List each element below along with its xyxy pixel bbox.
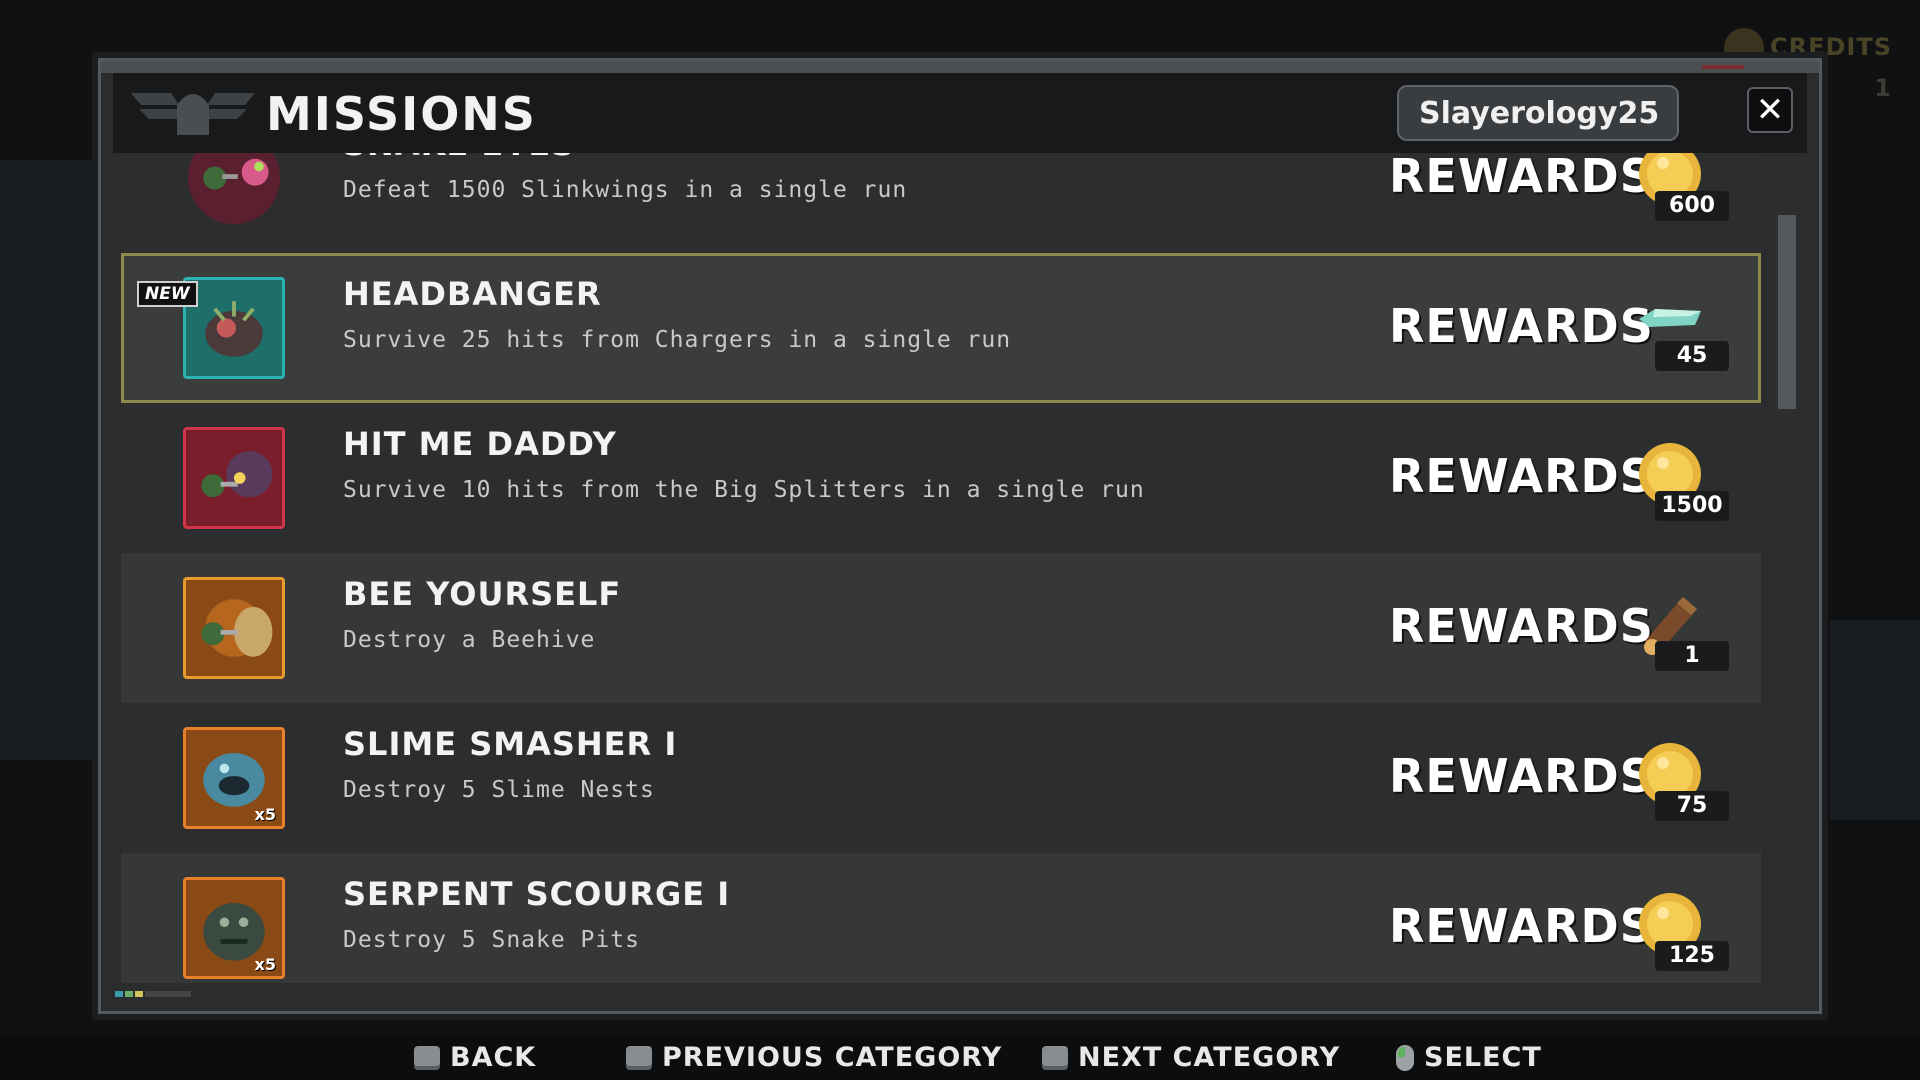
reward-quantity: 1500 [1655,491,1729,521]
mission-title: HIT ME DADDY [343,425,617,463]
rewards-button[interactable]: REWARDS [1389,599,1654,653]
page-indicator-dot [115,991,123,997]
rewards-button[interactable]: REWARDS [1389,153,1654,203]
back-hint[interactable]: BACK [414,1042,536,1073]
mission-title: SNAKE EYES [343,153,575,163]
previous-category-hint[interactable]: PREVIOUS CATEGORY [626,1042,1002,1073]
background-wall-left [0,160,98,760]
control-hints-bar: BACK PREVIOUS CATEGORY NEXT CATEGORY SEL… [0,1036,1920,1080]
slayerology-stat: Slayerology 25 [1397,85,1679,141]
reward-quantity: 75 [1655,791,1729,821]
serpent-scourge-mission-icon: x5 [183,877,285,979]
snake-eyes-mission-icon [183,153,285,229]
mission-description: Destroy a Beehive [343,627,596,653]
esc-key-icon [414,1045,440,1070]
bee-yourself-mission-icon [183,577,285,679]
mission-description: Defeat 1500 Slinkwings in a single run [343,177,908,203]
new-badge: NEW [137,281,198,307]
q-key-icon [626,1045,652,1070]
reward-quantity: 600 [1655,191,1729,221]
page-indicator-dot [145,991,191,997]
mission-row-snake-eyes[interactable]: SNAKE EYES Defeat 1500 Slinkwings in a s… [121,153,1761,253]
slayerology-label: Slayerology [1419,95,1618,131]
hit-me-daddy-mission-icon [183,427,285,529]
window-bottom-strip [113,983,1807,1005]
icon-multiplier: x5 [254,955,276,974]
scrollbar-thumb[interactable] [1778,215,1796,409]
previous-category-label: PREVIOUS CATEGORY [662,1042,1003,1073]
mission-row-slime-smasher[interactable]: x5 SLIME SMASHER I Destroy 5 Slime Nests… [121,703,1761,853]
rewards-button[interactable]: REWARDS [1389,749,1654,803]
window-indicator-lights [1702,65,1744,69]
missions-header: MISSIONS Slayerology 25 ✕ [113,73,1807,153]
background-wall-right [1830,620,1920,820]
missions-window: MISSIONS Slayerology 25 ✕ SNAKE EYES Def… [98,58,1822,1014]
winged-helmet-emblem-icon [131,93,255,135]
e-key-icon [1042,1045,1068,1070]
mouse-left-click-icon [1396,1044,1414,1071]
headbanger-mission-icon [183,277,285,379]
select-label: SELECT [1424,1042,1542,1073]
reward-quantity: 1 [1655,641,1729,671]
slayerology-value: 25 [1617,95,1660,131]
close-icon: ✕ [1755,90,1785,130]
mission-title: SERPENT SCOURGE I [343,875,731,913]
mission-row-headbanger[interactable]: NEW HEADBANGER Survive 25 hits from Char… [121,253,1761,403]
rewards-button[interactable]: REWARDS [1389,449,1654,503]
rewards-button[interactable]: REWARDS [1389,299,1654,353]
reward-quantity: 45 [1655,341,1729,371]
mission-description: Survive 25 hits from Chargers in a singl… [343,327,1012,353]
mission-description: Survive 10 hits from the Big Splitters i… [343,477,1145,503]
mission-title: BEE YOURSELF [343,575,622,613]
page-indicator-dot [135,991,143,997]
mission-title: HEADBANGER [343,275,602,313]
mission-row-serpent-scourge[interactable]: x5 SERPENT SCOURGE I Destroy 5 Snake Pit… [121,853,1761,983]
slime-smasher-mission-icon: x5 [183,727,285,829]
next-category-label: NEXT CATEGORY [1078,1042,1341,1073]
page-indicator-dot [125,991,133,997]
mission-row-bee-yourself[interactable]: BEE YOURSELF Destroy a Beehive REWARDS 1 [121,553,1761,703]
missions-scrollbar[interactable] [1775,211,1799,981]
reward-quantity: 125 [1655,941,1729,971]
next-category-hint[interactable]: NEXT CATEGORY [1042,1042,1340,1073]
mission-row-hit-me-daddy[interactable]: HIT ME DADDY Survive 10 hits from the Bi… [121,403,1761,553]
missions-list[interactable]: SNAKE EYES Defeat 1500 Slinkwings in a s… [121,153,1761,983]
mission-description: Destroy 5 Slime Nests [343,777,655,803]
select-hint[interactable]: SELECT [1396,1042,1542,1073]
close-button[interactable]: ✕ [1747,87,1793,133]
window-top-strip [101,61,1819,73]
credits-label: CREDITS [1770,33,1892,61]
back-label: BACK [450,1042,537,1073]
mission-title: SLIME SMASHER I [343,725,678,763]
page-title: MISSIONS [266,87,537,141]
rewards-button[interactable]: REWARDS [1389,899,1654,953]
mission-description: Destroy 5 Snake Pits [343,927,640,953]
icon-multiplier: x5 [254,805,276,824]
